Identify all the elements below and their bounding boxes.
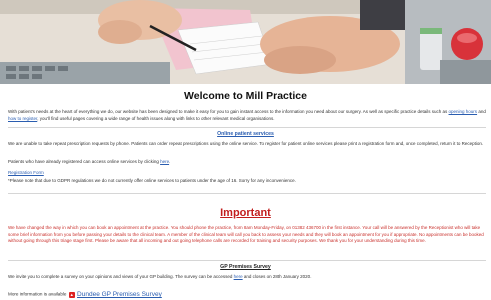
gp-survey-text: We invite you to complete a survey on yo…	[8, 274, 486, 281]
intro-text: With patient's needs at the heart of eve…	[8, 109, 449, 114]
divider	[8, 193, 486, 194]
online-access-label: Patients who have already registered can…	[8, 159, 161, 164]
registration-form-link[interactable]: Registration Form	[8, 170, 44, 175]
divider	[8, 127, 486, 128]
more-info-line: More information is available ▲ Dundee G…	[8, 291, 162, 298]
online-access-text: Patients who have already registered can…	[8, 159, 486, 166]
more-info-label: More information is available	[8, 291, 67, 297]
intro-paragraph: With patient's needs at the heart of eve…	[8, 109, 486, 122]
divider	[8, 260, 486, 261]
online-services-text: We are unable to take repeat prescriptio…	[8, 141, 484, 146]
gp-survey-label: We invite you to complete a survey on yo…	[8, 274, 234, 279]
opening-hours-link[interactable]: opening hours	[449, 109, 478, 114]
appointment-notice: We have changed the way in which you can…	[8, 225, 484, 244]
intro-text: and	[477, 109, 486, 114]
header-photo	[0, 0, 491, 84]
online-services-heading[interactable]: Online patient services	[0, 131, 491, 137]
how-to-register-link[interactable]: how to register	[8, 116, 37, 121]
page-title: Welcome to Mill Practice	[184, 90, 307, 102]
pdf-icon: ▲	[68, 291, 75, 298]
gp-survey-heading: GP Premises Survey	[220, 264, 271, 270]
gp-survey-suffix: and closes on 28th January 2020.	[242, 274, 312, 279]
important-heading: Important	[220, 207, 271, 219]
online-access-suffix: .	[169, 159, 171, 164]
online-services-here-link[interactable]: here	[160, 159, 169, 164]
gdpr-note: *Please note that due to GDPR regulation…	[8, 178, 296, 183]
dundee-survey-link[interactable]: Dundee GP Premises Survey	[77, 291, 162, 298]
gp-survey-here-link[interactable]: here	[234, 274, 243, 279]
intro-text: , you'll find useful pages covering a wi…	[37, 115, 275, 121]
